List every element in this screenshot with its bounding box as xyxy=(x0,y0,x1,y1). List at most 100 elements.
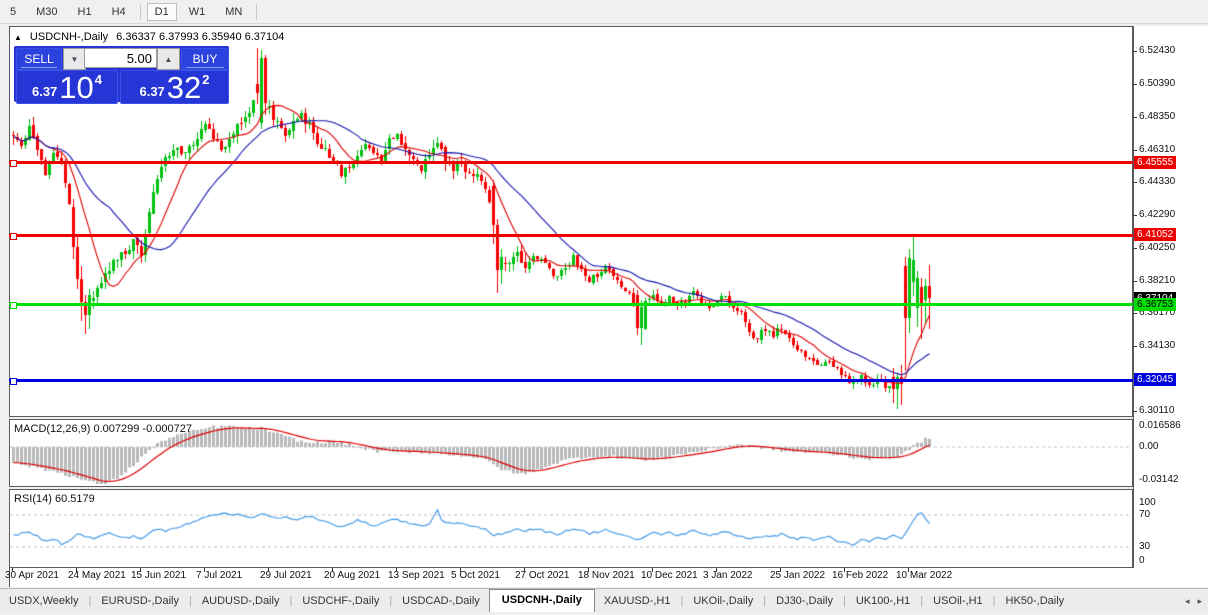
tab-audusd-daily[interactable]: AUDUSD-,Daily xyxy=(193,591,289,611)
date-axis-tick xyxy=(524,568,525,572)
buy-price-small: 6.37 xyxy=(139,84,165,99)
buy-button[interactable]: BUY xyxy=(181,48,229,70)
date-axis-label: 10 Mar 2022 xyxy=(896,570,953,581)
timeframe-button-mn[interactable]: MN xyxy=(217,3,250,21)
rsi-axis-label: 30 xyxy=(1139,541,1151,552)
date-axis-label: 5 Oct 2021 xyxy=(451,570,500,581)
price-axis-label: 6.40250 xyxy=(1139,241,1176,253)
tab-usdcad-daily[interactable]: USDCAD-,Daily xyxy=(393,591,489,611)
timeframe-toolbar: 5 M30 H1 H4 D1 W1 MN xyxy=(0,0,1208,24)
date-axis-label: 7 Jul 2021 xyxy=(196,570,243,581)
line-anchor[interactable] xyxy=(10,160,17,167)
timeframe-button-5[interactable]: 5 xyxy=(2,3,24,21)
horizontal-line-6.32045[interactable] xyxy=(9,379,1133,382)
price-axis-label: 6.34130 xyxy=(1139,340,1176,352)
date-axis-tick xyxy=(332,568,333,572)
price-axis-label: 6.38210 xyxy=(1139,274,1176,286)
date-axis-tick xyxy=(76,568,77,572)
horizontal-line-6.41052[interactable] xyxy=(9,234,1133,237)
date-axis-label: 18 Nov 2021 xyxy=(578,570,635,581)
buy-price[interactable]: 6.37 32 2 xyxy=(120,70,229,104)
price-axis-label: 6.44330 xyxy=(1139,175,1176,187)
tab-dj30-daily[interactable]: DJ30-,Daily xyxy=(767,591,842,611)
date-axis-tick xyxy=(268,568,269,572)
tab-scroll-left-icon[interactable]: ◂ xyxy=(1185,596,1190,607)
date-axis-tick xyxy=(12,568,13,572)
date-axis-tick xyxy=(716,568,717,572)
horizontal-line-6.36753[interactable] xyxy=(9,303,1133,306)
date-axis-label: 10 Dec 2021 xyxy=(641,570,698,581)
rsi-axis-label: 100 xyxy=(1139,497,1156,508)
date-axis-tick xyxy=(460,568,461,572)
volume-decrease-button[interactable]: ▼ xyxy=(63,48,86,70)
volume-input[interactable] xyxy=(84,48,157,68)
toolbar-separator xyxy=(139,3,141,20)
date-axis-label: 25 Jan 2022 xyxy=(770,570,826,581)
line-anchor[interactable] xyxy=(10,378,17,385)
price-axis-badge: 6.36753 xyxy=(1134,297,1177,311)
timeframe-button-w1[interactable]: W1 xyxy=(181,3,214,21)
price-axis-tick xyxy=(1133,411,1137,412)
timeframe-button-d1[interactable]: D1 xyxy=(146,2,177,21)
sell-price[interactable]: 6.37 10 4 xyxy=(16,70,118,104)
date-axis-label: 30 Apr 2021 xyxy=(5,570,59,581)
tab-usdchf-daily[interactable]: USDCHF-,Daily xyxy=(293,591,388,611)
price-axis-tick xyxy=(1133,346,1137,347)
tab-uk100-h1[interactable]: UK100-,H1 xyxy=(847,591,919,611)
line-anchor[interactable] xyxy=(10,302,17,309)
tab-hk50-daily[interactable]: HK50-,Daily xyxy=(997,591,1074,611)
timeframe-button-m30[interactable]: M30 xyxy=(28,3,65,21)
line-anchor[interactable] xyxy=(10,233,17,240)
date-axis-tick xyxy=(140,568,141,572)
chart-header: ▲ USDCNH-,Daily 6.36337 6.37993 6.35940 … xyxy=(14,31,284,43)
price-axis-tick xyxy=(1133,182,1137,183)
one-click-trading-panel: SELL ▼ ▲ BUY 6.37 10 4 6.37 32 2 xyxy=(14,46,229,104)
timeframe-button-h4[interactable]: H4 xyxy=(104,3,134,21)
macd-axis-label: 0.016586 xyxy=(1139,420,1181,431)
volume-increase-button[interactable]: ▲ xyxy=(157,48,180,70)
price-axis-tick xyxy=(1133,215,1137,216)
chart-ohlc-values: 6.36337 6.37993 6.35940 6.37104 xyxy=(116,31,285,43)
rsi-axis-label: 0 xyxy=(1139,555,1145,566)
date-axis-tick xyxy=(204,568,205,572)
collapse-panel-icon[interactable]: ▲ xyxy=(14,33,22,42)
price-axis-tick xyxy=(1133,84,1137,85)
timeframe-button-h1[interactable]: H1 xyxy=(70,3,100,21)
price-axis-tick xyxy=(1133,248,1137,249)
price-axis-label: 6.50390 xyxy=(1139,78,1176,90)
price-axis-label: 6.48350 xyxy=(1139,111,1176,123)
price-axis-badge: 6.41052 xyxy=(1134,228,1177,242)
sell-price-sup: 4 xyxy=(94,72,103,87)
date-axis-tick xyxy=(908,568,909,572)
tab-usoil-h1[interactable]: USOil-,H1 xyxy=(924,591,992,611)
tab-xauusd-h1[interactable]: XAUUSD-,H1 xyxy=(595,591,680,611)
price-axis-tick xyxy=(1133,150,1137,151)
chart-title: USDCNH-,Daily xyxy=(29,31,109,43)
price-axis-label: 6.42290 xyxy=(1139,208,1176,220)
tab-ukoil-daily[interactable]: UKOil-,Daily xyxy=(684,591,762,611)
rsi-axis-label: 70 xyxy=(1139,509,1151,520)
tab-usdcnh-daily[interactable]: USDCNH-,Daily xyxy=(488,588,595,612)
toolbar-separator xyxy=(256,3,258,20)
date-axis-label: 16 Feb 2022 xyxy=(832,570,889,581)
sell-button[interactable]: SELL xyxy=(16,48,62,70)
horizontal-line-6.45555[interactable] xyxy=(9,161,1133,164)
price-axis-label: 6.30110 xyxy=(1139,405,1175,417)
date-axis-label: 3 Jan 2022 xyxy=(703,570,753,581)
price-axis-badge: 6.45555 xyxy=(1134,155,1177,169)
rsi-canvas[interactable] xyxy=(10,490,1132,565)
price-axis-tick xyxy=(1133,117,1137,118)
tab-eurusd-daily[interactable]: EURUSD-,Daily xyxy=(92,591,188,611)
buy-price-sup: 2 xyxy=(202,72,210,87)
sell-price-big: 10 xyxy=(59,70,94,105)
spin-up-icon: ▲ xyxy=(164,54,173,64)
tab-scroll-right-icon[interactable]: ▸ xyxy=(1197,596,1202,607)
date-axis-tick xyxy=(652,568,653,572)
price-axis-label: 6.52430 xyxy=(1139,45,1176,57)
tab-usdx-weekly[interactable]: USDX,Weekly xyxy=(0,591,87,611)
price-axis-tick xyxy=(1133,51,1137,52)
sell-price-small: 6.37 xyxy=(31,84,58,99)
chart-tab-bar: USDX,Weekly | EURUSD-,Daily | AUDUSD-,Daily |… xyxy=(0,588,1208,613)
date-axis-tick xyxy=(396,568,397,572)
macd-axis-label: 0.00 xyxy=(1139,441,1159,452)
